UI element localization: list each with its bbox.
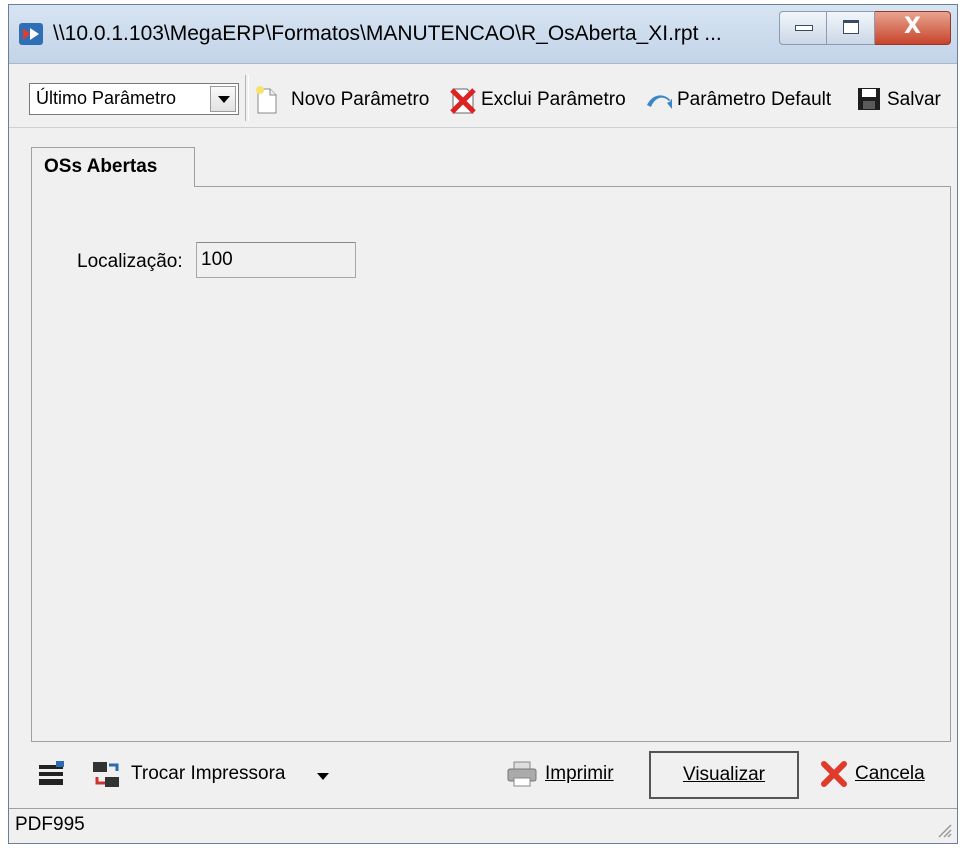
- swap-printer-icon: [93, 762, 119, 787]
- delete-parameter-button[interactable]: Exclui Parâmetro: [449, 88, 639, 115]
- parameter-select[interactable]: Último Parâmetro: [29, 83, 239, 115]
- toolbar: Último Parâmetro Novo Parâmetro Exclui P…: [9, 67, 957, 128]
- save-button[interactable]: Salvar: [857, 88, 953, 115]
- print-button[interactable]: Imprimir: [507, 759, 627, 791]
- change-printer-button[interactable]: Trocar Impressora: [91, 759, 331, 791]
- window-title: \\10.0.1.103\MegaERP\Formatos\MANUTENCAO…: [53, 22, 722, 45]
- new-document-icon: [256, 86, 277, 114]
- printer-icon: [507, 761, 537, 787]
- change-printer-label: Trocar Impressora: [131, 763, 286, 784]
- action-bar: Trocar Impressora Imprimir Visualizar Ca…: [9, 745, 957, 809]
- new-parameter-label: Novo Parâmetro: [291, 89, 430, 110]
- delete-parameter-label: Exclui Parâmetro: [481, 89, 626, 110]
- cancel-button[interactable]: Cancela: [821, 759, 941, 791]
- dropdown-arrow-icon: [317, 773, 329, 780]
- resize-grip-icon[interactable]: [933, 819, 953, 839]
- toolbar-separator: [245, 75, 249, 121]
- cancel-label: Cancela: [855, 763, 925, 784]
- close-icon: X: [904, 14, 921, 39]
- minimize-button[interactable]: [779, 11, 827, 45]
- tab-panel: Localização:: [31, 186, 951, 742]
- parameter-select-value: Último Parâmetro: [36, 88, 177, 108]
- default-parameter-label: Parâmetro Default: [677, 89, 832, 110]
- print-label: Imprimir: [545, 763, 614, 784]
- status-bar: PDF995: [9, 808, 957, 843]
- delete-icon: [450, 88, 476, 114]
- app-icon: [19, 23, 43, 45]
- status-printer: PDF995: [15, 814, 85, 835]
- localizacao-label: Localização:: [77, 251, 183, 272]
- tab-oss-abertas[interactable]: OSs Abertas: [31, 147, 195, 187]
- maximize-button[interactable]: [827, 11, 875, 45]
- save-label: Salvar: [887, 89, 941, 110]
- chevron-down-icon[interactable]: [210, 86, 236, 112]
- preview-label: Visualizar: [682, 764, 766, 785]
- cancel-x-icon: [821, 761, 847, 787]
- undo-arrow-icon: [647, 95, 672, 109]
- default-parameter-button[interactable]: Parâmetro Default: [645, 89, 855, 115]
- localizacao-field[interactable]: [196, 242, 356, 278]
- close-button[interactable]: X: [875, 11, 951, 45]
- preview-button[interactable]: Visualizar: [649, 751, 799, 799]
- printer-settings-icon[interactable]: [37, 759, 67, 789]
- maximize-icon: [843, 20, 859, 34]
- save-icon: [858, 88, 880, 110]
- report-parameters-window: \\10.0.1.103\MegaERP\Formatos\MANUTENCAO…: [8, 4, 958, 844]
- title-bar[interactable]: \\10.0.1.103\MegaERP\Formatos\MANUTENCAO…: [9, 5, 957, 64]
- minimize-icon: [795, 25, 813, 31]
- tab-label: OSs Abertas: [44, 156, 158, 177]
- new-parameter-button[interactable]: Novo Parâmetro: [255, 86, 449, 115]
